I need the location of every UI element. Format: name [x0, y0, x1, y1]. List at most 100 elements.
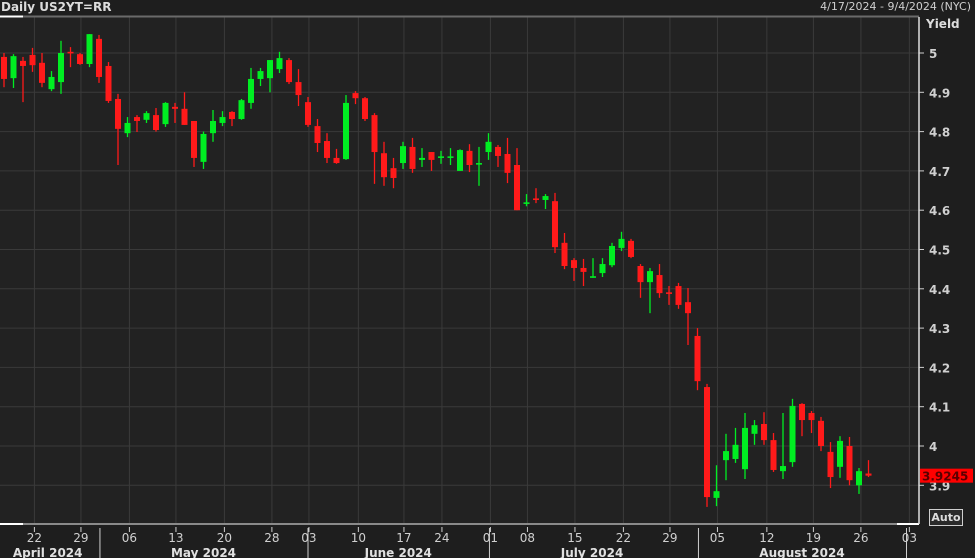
- candle-body-down: [552, 201, 558, 248]
- candle-body-down: [409, 146, 416, 169]
- candle-body-down: [656, 275, 663, 294]
- candle-body-down: [637, 266, 644, 283]
- candle-body-down: [352, 93, 359, 99]
- candle-body-down: [134, 117, 140, 121]
- candle-body-down: [314, 126, 321, 143]
- candle-body-up: [58, 53, 64, 83]
- candle-body-up: [751, 425, 758, 434]
- candle-body-down: [580, 267, 587, 272]
- x-tick-label: 26: [853, 531, 868, 545]
- candle-body-down: [381, 153, 387, 178]
- candle-body-up: [400, 146, 406, 164]
- x-tick-label: 03: [301, 531, 316, 545]
- candle-body-up: [219, 117, 226, 123]
- candle-body-down: [694, 335, 701, 382]
- candle-body-down: [827, 451, 834, 478]
- plot-area: [0, 17, 919, 524]
- candle-body-down: [818, 420, 824, 446]
- x-tick-label: 19: [806, 531, 821, 545]
- candle-body-down: [305, 102, 311, 125]
- candle-body-up: [609, 245, 615, 266]
- candle-body-up: [732, 444, 739, 459]
- candle-body-down: [561, 242, 568, 267]
- candle-body-down: [504, 154, 511, 173]
- x-tick-label: 29: [662, 531, 677, 545]
- candle-body-down: [39, 62, 45, 83]
- y-axis-title: Yield: [926, 17, 960, 31]
- candle-body-up: [523, 202, 530, 204]
- candle-body-up: [789, 405, 796, 463]
- candle-body-up: [476, 163, 482, 165]
- candle-body-down: [105, 65, 112, 101]
- candle-body-up: [210, 120, 216, 134]
- candle-body-up: [447, 156, 454, 158]
- candle-body-up: [200, 133, 207, 162]
- candle-body-down: [1, 56, 7, 79]
- candle-body-up: [542, 196, 549, 200]
- candle-body-up: [647, 271, 653, 283]
- x-tick-label: 12: [759, 531, 774, 545]
- month-label: August 2024: [759, 546, 844, 558]
- candle-body-down: [191, 120, 197, 158]
- candle-body-down: [286, 60, 292, 83]
- candle-body-down: [685, 302, 691, 314]
- y-tick-label: 4.3: [929, 322, 950, 336]
- candle-body-up: [48, 76, 55, 90]
- x-tick-label: 15: [567, 531, 582, 545]
- y-tick-label: 4.2: [929, 361, 950, 375]
- candle-body-up: [419, 157, 425, 160]
- candlestick-chart[interactable]: 54.94.84.74.64.54.44.34.24.143.922 29 06 13…: [0, 0, 975, 558]
- candle-body-down: [514, 165, 520, 211]
- y-tick-label: 5: [929, 47, 937, 61]
- candle-body-up: [590, 276, 596, 278]
- candle-body-down: [799, 403, 805, 421]
- candle-body-down: [29, 54, 36, 66]
- candle-body-up: [742, 427, 748, 470]
- x-tick-label: 10: [351, 531, 366, 545]
- candle-body-up: [86, 34, 93, 65]
- candle-body-down: [362, 98, 368, 120]
- candle-body-up: [143, 113, 150, 120]
- candle-body-down: [466, 150, 473, 166]
- x-tick-label: 22: [616, 531, 631, 545]
- candle-body-down: [115, 98, 121, 129]
- last-price-label: 3.9245: [922, 470, 968, 484]
- x-tick-label: 28: [264, 531, 279, 545]
- candle-body-up: [238, 100, 245, 120]
- candle-body-down: [428, 152, 435, 160]
- candle-body-down: [229, 111, 235, 120]
- candle-body-down: [761, 423, 767, 441]
- auto-scale-button[interactable]: Auto: [929, 509, 963, 526]
- candle-body-down: [333, 157, 340, 164]
- x-tick-label: 06: [122, 531, 137, 545]
- candle-body-down: [324, 141, 330, 158]
- month-label: July 2024: [560, 546, 624, 558]
- x-tick-label: 08: [520, 531, 535, 545]
- candle-body-down: [704, 387, 710, 498]
- y-tick-label: 4.9: [929, 86, 950, 100]
- y-tick-label: 4.1: [929, 401, 950, 415]
- y-tick-label: 4.5: [929, 244, 950, 258]
- candle-body-down: [808, 412, 815, 421]
- candle-body-up: [162, 102, 169, 125]
- x-tick-label: 17: [396, 531, 411, 545]
- candle-body-up: [856, 471, 862, 486]
- y-tick-label: 4: [929, 440, 937, 454]
- candle-body-up: [780, 466, 786, 472]
- candle-body-down: [571, 260, 577, 268]
- candle-body-up: [485, 141, 492, 153]
- candle-body-up: [248, 78, 254, 103]
- candle-body-up: [343, 102, 349, 160]
- candle-body-down: [96, 38, 102, 77]
- candle-body-up: [10, 56, 17, 79]
- candle-body-up: [257, 71, 264, 79]
- x-tick-label: 22: [27, 531, 42, 545]
- candle-body-down: [77, 54, 83, 65]
- candle-body-down: [295, 82, 302, 96]
- x-tick-label: 29: [73, 531, 88, 545]
- candle-body-down: [20, 60, 26, 66]
- candle-body-down: [181, 108, 188, 125]
- candle-body-down: [628, 240, 634, 257]
- candle-body-down: [153, 115, 159, 131]
- x-tick-label: 01: [483, 531, 498, 545]
